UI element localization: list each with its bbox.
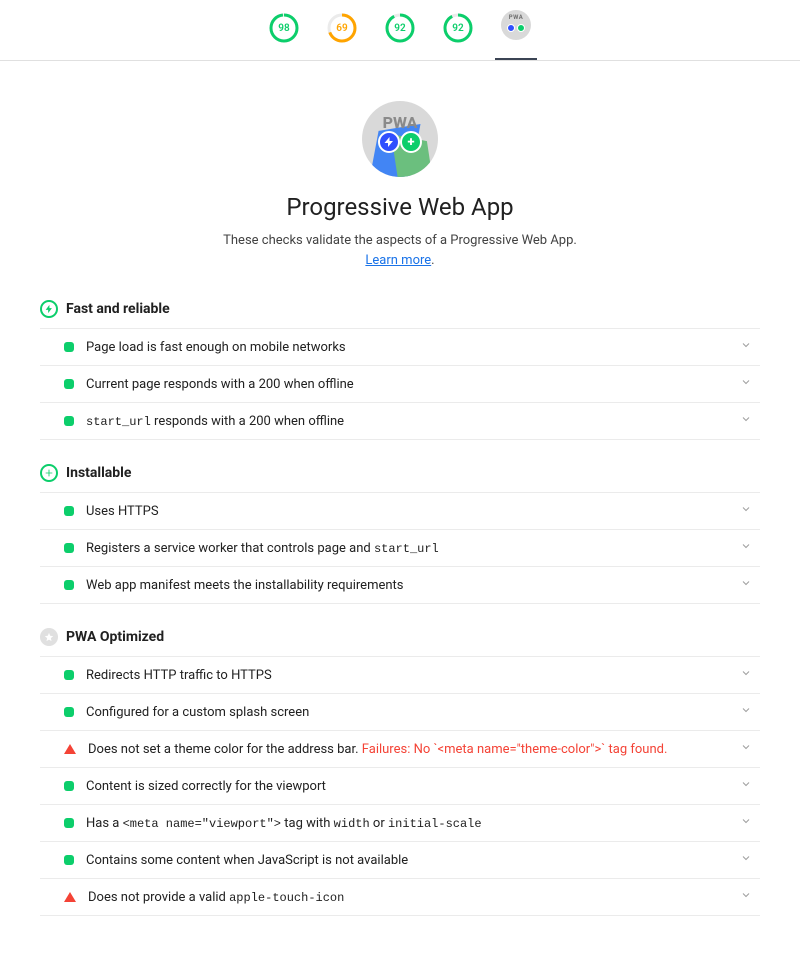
chevron-down-icon: [740, 503, 756, 519]
section-title: Installable: [66, 465, 131, 481]
audit-row[interactable]: Uses HTTPS: [40, 492, 760, 529]
pass-icon: [64, 506, 74, 516]
audit-title: Configured for a custom splash screen: [86, 705, 728, 720]
audit-title: Page load is fast enough on mobile netwo…: [86, 340, 728, 355]
audit-title: Does not provide a valid apple-touch-ico…: [88, 890, 728, 905]
audit-title: start_url responds with a 200 when offli…: [86, 414, 728, 429]
audit-title: Uses HTTPS: [86, 504, 728, 519]
audit-row[interactable]: Page load is fast enough on mobile netwo…: [40, 328, 760, 365]
chevron-down-icon: [740, 339, 756, 355]
section-title: Fast and reliable: [66, 301, 170, 317]
chevron-down-icon: [740, 413, 756, 429]
pwa-tab[interactable]: PWA: [501, 10, 531, 40]
star-grey-icon: [40, 628, 58, 646]
pass-icon: [64, 342, 74, 352]
audit-row[interactable]: start_url responds with a 200 when offli…: [40, 402, 760, 440]
audit-row[interactable]: Has a <meta name="viewport"> tag with wi…: [40, 804, 760, 841]
pass-icon: [64, 707, 74, 717]
chevron-down-icon: [740, 667, 756, 683]
audit-row[interactable]: Current page responds with a 200 when of…: [40, 365, 760, 402]
audit-title: Redirects HTTP traffic to HTTPS: [86, 668, 728, 683]
score-gauge-1[interactable]: 69: [327, 13, 357, 43]
audit-row[interactable]: Registers a service worker that controls…: [40, 529, 760, 566]
chevron-down-icon: [740, 577, 756, 593]
score-gauge-3[interactable]: 92: [443, 13, 473, 43]
category-header: PWA + Progressive Web App These checks v…: [40, 101, 760, 270]
section-title: PWA Optimized: [66, 629, 164, 645]
chevron-down-icon: [740, 741, 756, 757]
audit-title: Current page responds with a 200 when of…: [86, 377, 728, 392]
audit-row[interactable]: Does not provide a valid apple-touch-ico…: [40, 878, 760, 916]
audit-row[interactable]: Contains some content when JavaScript is…: [40, 841, 760, 878]
audit-row[interactable]: Redirects HTTP traffic to HTTPS: [40, 656, 760, 693]
pwa-badge-icon: PWA +: [362, 101, 438, 177]
audit-row[interactable]: Does not set a theme color for the addre…: [40, 730, 760, 767]
pass-icon: [64, 670, 74, 680]
chevron-down-icon: [740, 852, 756, 868]
audit-row[interactable]: Web app manifest meets the installabilit…: [40, 566, 760, 604]
bolt-icon: [40, 300, 58, 318]
section-installable: Installable Uses HTTPS Registers a service…: [40, 458, 760, 604]
chevron-down-icon: [740, 540, 756, 556]
fail-icon: [64, 744, 76, 754]
bolt-icon: [378, 131, 400, 153]
section-optimized: PWA Optimized Redirects HTTP traffic to H…: [40, 622, 760, 916]
page-title: Progressive Web App: [40, 193, 760, 221]
pass-icon: [64, 580, 74, 590]
pass-icon: [64, 543, 74, 553]
score-gauge-0[interactable]: 98: [269, 13, 299, 43]
pass-icon: [64, 781, 74, 791]
pass-icon: [64, 818, 74, 828]
audit-title: Content is sized correctly for the viewp…: [86, 779, 728, 794]
chevron-down-icon: [740, 376, 756, 392]
score-gauge-2[interactable]: 92: [385, 13, 415, 43]
chevron-down-icon: [740, 889, 756, 905]
pass-icon: [64, 855, 74, 865]
audit-title: Has a <meta name="viewport"> tag with wi…: [86, 816, 728, 831]
section-header: Fast and reliable: [40, 294, 760, 328]
chevron-down-icon: [740, 778, 756, 794]
fail-icon: [64, 892, 76, 902]
audit-title: Web app manifest meets the installabilit…: [86, 578, 728, 593]
plus-icon: +: [400, 131, 422, 153]
chevron-down-icon: [740, 704, 756, 720]
page-subtitle: These checks validate the aspects of a P…: [220, 231, 580, 270]
pwa-tab-label: PWA: [509, 14, 524, 21]
audit-row[interactable]: Content is sized correctly for the viewp…: [40, 767, 760, 804]
pass-icon: [64, 379, 74, 389]
section-fast: Fast and reliable Page load is fast enoug…: [40, 294, 760, 440]
chevron-down-icon: [740, 815, 756, 831]
audit-title: Registers a service worker that controls…: [86, 541, 728, 556]
pass-icon: [64, 416, 74, 426]
main-content: PWA + Progressive Web App These checks v…: [40, 61, 760, 956]
audit-row[interactable]: Configured for a custom splash screen: [40, 693, 760, 730]
pwa-badge-label: PWA: [362, 113, 438, 132]
audit-title: Does not set a theme color for the addre…: [88, 742, 728, 757]
score-tabs: 98 69 92 92 PWA: [0, 0, 800, 61]
subtitle-text: These checks validate the aspects of a P…: [223, 233, 577, 248]
learn-more-link[interactable]: Learn more: [365, 253, 431, 268]
section-header: PWA Optimized: [40, 622, 760, 656]
audit-title: Contains some content when JavaScript is…: [86, 853, 728, 868]
plus-icon: [40, 464, 58, 482]
section-header: Installable: [40, 458, 760, 492]
